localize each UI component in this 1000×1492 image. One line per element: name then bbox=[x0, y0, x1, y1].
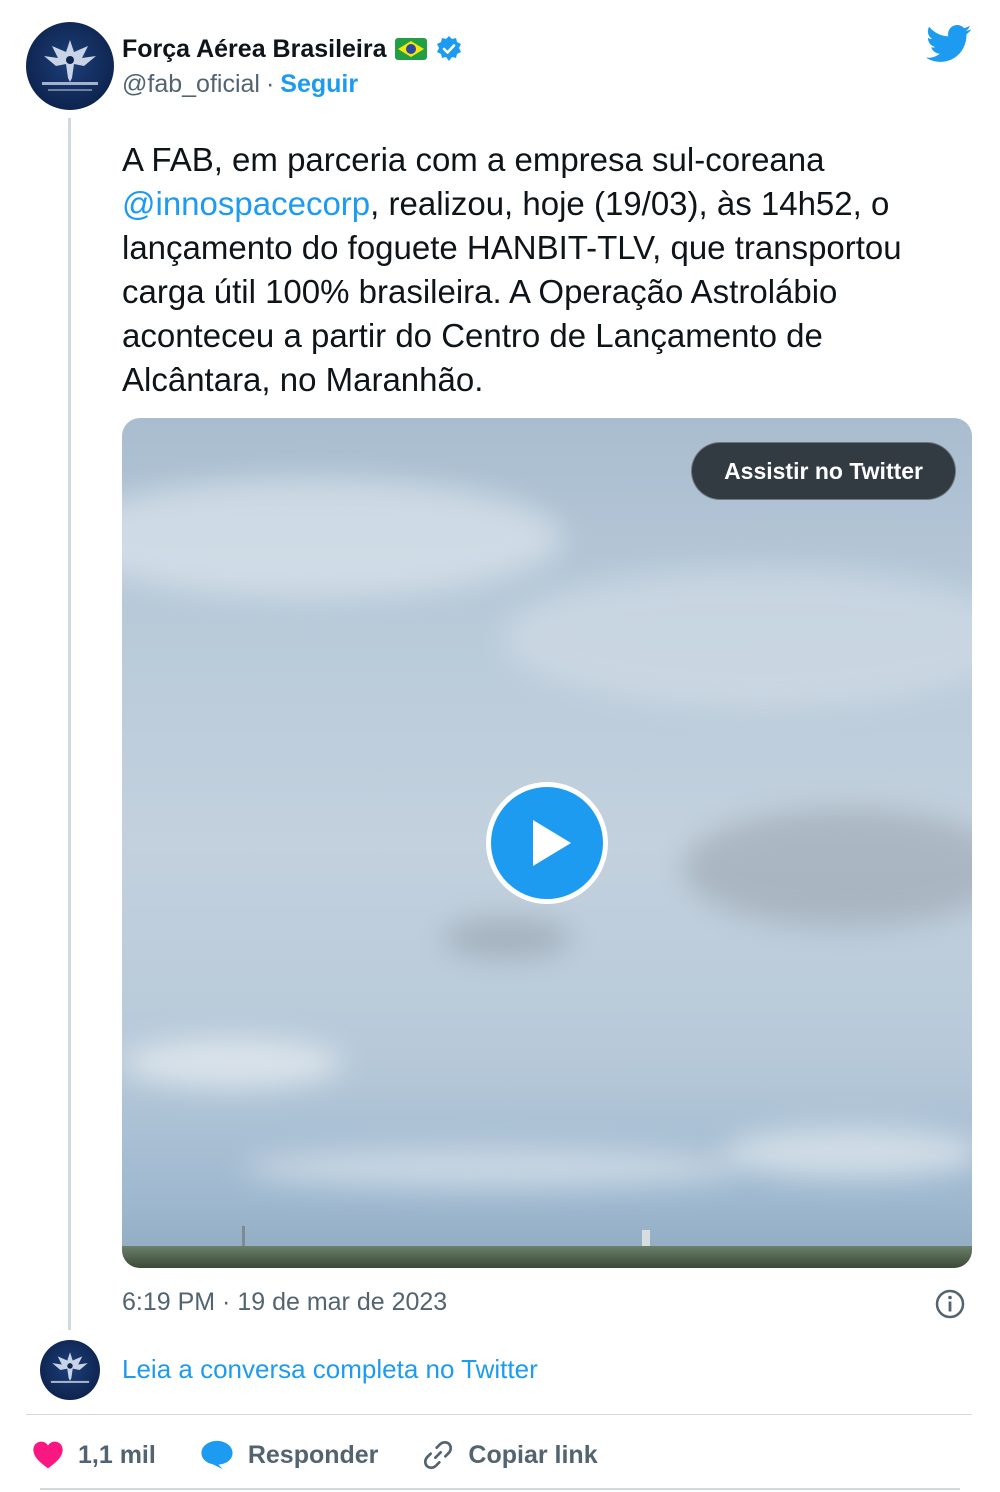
watch-on-twitter-button[interactable]: Assistir no Twitter bbox=[691, 442, 956, 500]
embedded-tweet-card: Força Aérea Brasileira @fab_oficial · Se… bbox=[0, 0, 1000, 1492]
video-frame-cloud bbox=[682, 808, 972, 928]
author-avatar-small[interactable] bbox=[40, 1340, 100, 1400]
like-button[interactable]: 1,1 mil bbox=[32, 1440, 156, 1470]
mention-link[interactable]: @innospacecorp bbox=[122, 185, 370, 222]
video-frame-cloud bbox=[122, 478, 562, 598]
follow-button[interactable]: Seguir bbox=[280, 70, 358, 99]
thread-connector-line bbox=[68, 118, 71, 1330]
actions-divider bbox=[26, 1414, 972, 1415]
reply-bubble-icon bbox=[201, 1440, 233, 1470]
verified-badge-icon bbox=[435, 35, 463, 63]
card-bottom-border bbox=[40, 1488, 960, 1490]
author-handle-row: @fab_oficial · Seguir bbox=[122, 70, 358, 99]
play-icon bbox=[533, 820, 571, 866]
video-frame-cloud bbox=[502, 568, 972, 708]
video-frame-ground bbox=[122, 1246, 972, 1268]
copy-link-button[interactable]: Copiar link bbox=[422, 1439, 598, 1471]
video-frame-cloud bbox=[242, 1148, 742, 1188]
fab-emblem-icon bbox=[42, 40, 98, 91]
video-frame-cloud bbox=[722, 1128, 972, 1178]
read-full-conversation-link[interactable]: Leia a conversa completa no Twitter bbox=[122, 1354, 538, 1385]
brazil-flag-icon bbox=[394, 38, 427, 60]
reply-button[interactable]: Responder bbox=[200, 1439, 379, 1471]
author-handle[interactable]: @fab_oficial bbox=[122, 70, 260, 99]
play-button[interactable] bbox=[486, 782, 608, 904]
info-icon[interactable] bbox=[934, 1288, 966, 1320]
video-player[interactable]: Assistir no Twitter bbox=[122, 418, 972, 1268]
tweet-text: A FAB, em parceria com a empresa sul-cor… bbox=[122, 138, 972, 402]
reply-label: Responder bbox=[247, 1440, 379, 1469]
like-count: 1,1 mil bbox=[78, 1440, 156, 1469]
handle-separator: · bbox=[265, 70, 275, 98]
video-frame-tower bbox=[242, 1226, 245, 1248]
tweet-timestamp[interactable]: 6:19 PM · 19 de mar de 2023 bbox=[122, 1288, 447, 1317]
tweet-text-start: A FAB, em parceria com a empresa sul-cor… bbox=[122, 141, 825, 178]
author-name-row: Força Aérea Brasileira bbox=[122, 32, 463, 66]
author-avatar[interactable] bbox=[26, 22, 114, 110]
link-icon bbox=[424, 1440, 453, 1470]
fab-emblem-icon bbox=[50, 1352, 90, 1383]
heart-icon bbox=[33, 1441, 63, 1469]
video-frame-cloud bbox=[442, 918, 572, 958]
tweet-actions-bar: 1,1 mil Responder Copiar link bbox=[32, 1432, 642, 1478]
video-frame-cloud bbox=[122, 1038, 342, 1088]
twitter-bird-icon[interactable] bbox=[926, 24, 972, 64]
copy-link-label: Copiar link bbox=[468, 1440, 598, 1469]
author-display-name[interactable]: Força Aérea Brasileira bbox=[122, 35, 387, 64]
